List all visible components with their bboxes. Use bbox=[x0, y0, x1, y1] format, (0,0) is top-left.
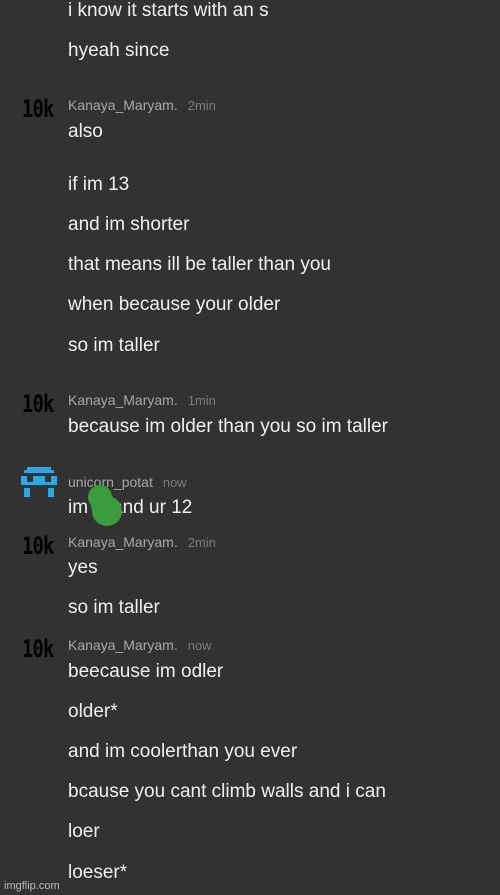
pixel-creature-icon[interactable] bbox=[21, 467, 57, 503]
message-header: Kanaya_Maryam. 2min bbox=[68, 534, 216, 551]
green-scribble-redaction bbox=[88, 485, 122, 526]
message-line: loer bbox=[68, 821, 100, 842]
message-line: that means ill be taller than you bbox=[68, 254, 331, 275]
username[interactable]: Kanaya_Maryam. bbox=[68, 97, 178, 113]
message-line: if im 13 bbox=[68, 174, 130, 195]
message-line: because im older than you so im taller bbox=[68, 416, 388, 437]
message-line: and im shorter bbox=[68, 214, 190, 235]
user-avatar-10k[interactable]: 10k bbox=[22, 533, 54, 559]
timestamp: 2min bbox=[187, 535, 216, 550]
user-avatar-10k[interactable]: 10k bbox=[22, 391, 54, 417]
message-line: loeser* bbox=[68, 862, 128, 883]
imgflip-watermark: imgflip.com bbox=[4, 880, 60, 892]
message-line: also bbox=[68, 121, 103, 142]
message-line: i know it starts with an s bbox=[68, 0, 269, 21]
message-line: hyeah since bbox=[68, 40, 170, 61]
message-line: so im taller bbox=[68, 597, 160, 618]
user-avatar-10k[interactable]: 10k bbox=[22, 636, 54, 662]
message-header: Kanaya_Maryam. 1min bbox=[68, 392, 216, 409]
timestamp: now bbox=[162, 475, 187, 490]
timestamp: 2min bbox=[187, 98, 216, 113]
username[interactable]: Kanaya_Maryam. bbox=[68, 392, 178, 408]
message-line: bcause you cant climb walls and i can bbox=[68, 781, 386, 802]
message-line: and im coolerthan you ever bbox=[68, 741, 298, 762]
timestamp: now bbox=[187, 638, 212, 653]
timestamp: 1min bbox=[187, 393, 216, 408]
chat-log: i know it starts with an s hyeah since 1… bbox=[0, 0, 500, 895]
message-header: Kanaya_Maryam. now bbox=[68, 637, 212, 654]
username[interactable]: Kanaya_Maryam. bbox=[68, 637, 178, 653]
user-avatar-10k[interactable]: 10k bbox=[22, 96, 54, 122]
message-header: Kanaya_Maryam. 2min bbox=[68, 97, 216, 114]
message-text: and ur 12 bbox=[112, 497, 193, 518]
message-line: older* bbox=[68, 701, 118, 722]
message-line: yes bbox=[68, 557, 98, 578]
message-line: when because your older bbox=[68, 294, 281, 315]
username[interactable]: Kanaya_Maryam. bbox=[68, 534, 178, 550]
message-line: beecause im odler bbox=[68, 661, 224, 682]
message-line: so im taller bbox=[68, 335, 160, 356]
